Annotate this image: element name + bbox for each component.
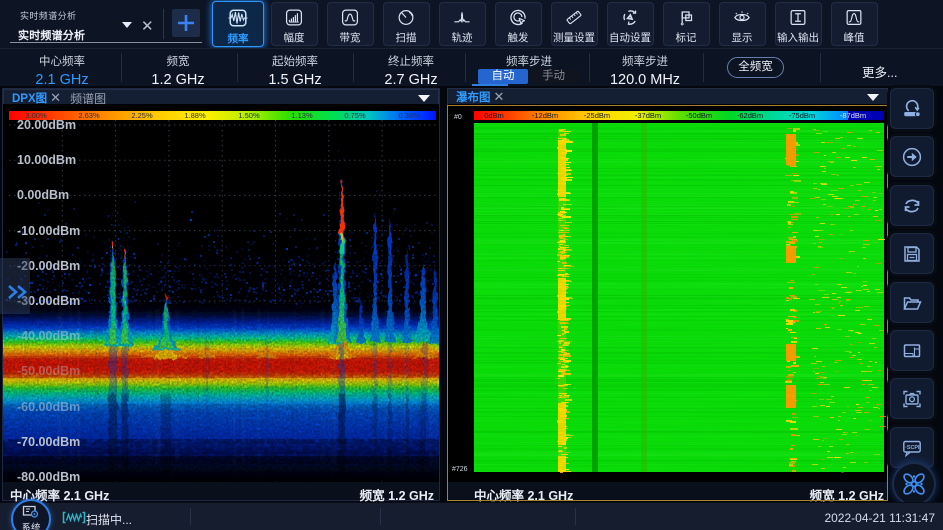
svg-text:-50dBm: -50dBm <box>686 111 712 120</box>
svg-text:-10.00dBm: -10.00dBm <box>17 224 80 238</box>
svg-text:-40.00dBm: -40.00dBm <box>17 329 80 343</box>
svg-text:0.00dBm: 0.00dBm <box>17 188 69 202</box>
svg-text:-80.00dBm: -80.00dBm <box>17 470 80 482</box>
svg-text:-70.00dBm: -70.00dBm <box>17 435 80 449</box>
svg-text:#0: #0 <box>454 114 462 121</box>
svg-text:10.00dBm: 10.00dBm <box>17 153 76 167</box>
svg-text:0.75%: 0.75% <box>344 111 366 120</box>
svg-text:2.63%: 2.63% <box>78 111 100 120</box>
svg-text:-50.00dBm: -50.00dBm <box>17 364 80 378</box>
svg-text:1.50%: 1.50% <box>238 111 260 120</box>
svg-text:#726: #726 <box>452 466 468 473</box>
svg-text:-37dBm: -37dBm <box>635 111 661 120</box>
svg-text:0.38%: 0.38% <box>398 111 420 120</box>
svg-text:1.88%: 1.88% <box>184 111 206 120</box>
svg-text:-62dBm: -62dBm <box>737 111 763 120</box>
svg-text:-87dBm: -87dBm <box>840 111 866 120</box>
svg-text:-75dBm: -75dBm <box>789 111 815 120</box>
svg-text:·SCPI: ·SCPI <box>905 445 920 451</box>
svg-text:20.00dBm: 20.00dBm <box>17 118 76 132</box>
svg-text:-12dBm: -12dBm <box>532 111 558 120</box>
svg-text:-25dBm: -25dBm <box>584 111 610 120</box>
svg-text:1.13%: 1.13% <box>291 111 313 120</box>
svg-text:2.25%: 2.25% <box>131 111 153 120</box>
svg-text:-60.00dBm: -60.00dBm <box>17 400 80 414</box>
svg-text:0dBm: 0dBm <box>484 111 504 120</box>
